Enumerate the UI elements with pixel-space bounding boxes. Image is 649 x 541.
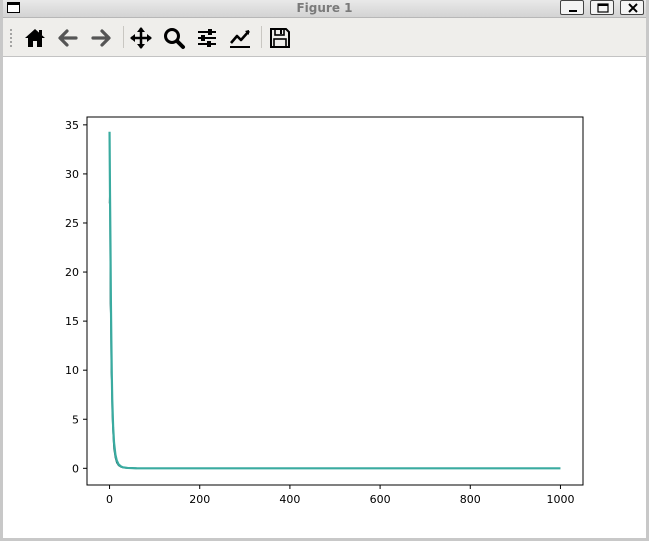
- y-tick-label: 30: [65, 168, 79, 181]
- x-tick-label: 0: [106, 493, 113, 506]
- x-tick-label: 800: [460, 493, 481, 506]
- y-tick-label: 5: [72, 413, 79, 426]
- y-tick-label: 10: [65, 364, 79, 377]
- axes-frame: [86, 116, 584, 486]
- plot-series: [108, 131, 561, 470]
- y-tick-label: 15: [65, 315, 79, 328]
- x-tick-label: 200: [189, 493, 210, 506]
- axes: 0 200 400 600 800 1000 0 5 10 15 20 25 30 35: [65, 116, 584, 506]
- x-tick-label: 600: [370, 493, 391, 506]
- series-line-0: [108, 131, 561, 470]
- figure-window: Figure 1 0 200 400 600 800 1000 0 5 10 1…: [0, 0, 649, 541]
- x-tick-label: 400: [279, 493, 300, 506]
- y-tick-label: 25: [65, 217, 79, 230]
- y-tick-label: 20: [65, 266, 79, 279]
- figure-canvas[interactable]: 0 200 400 600 800 1000 0 5 10 15 20 25 30 35: [3, 0, 646, 538]
- x-tick-label: 1000: [546, 493, 574, 506]
- y-tick-label: 35: [65, 119, 79, 132]
- y-tick-label: 0: [72, 462, 79, 475]
